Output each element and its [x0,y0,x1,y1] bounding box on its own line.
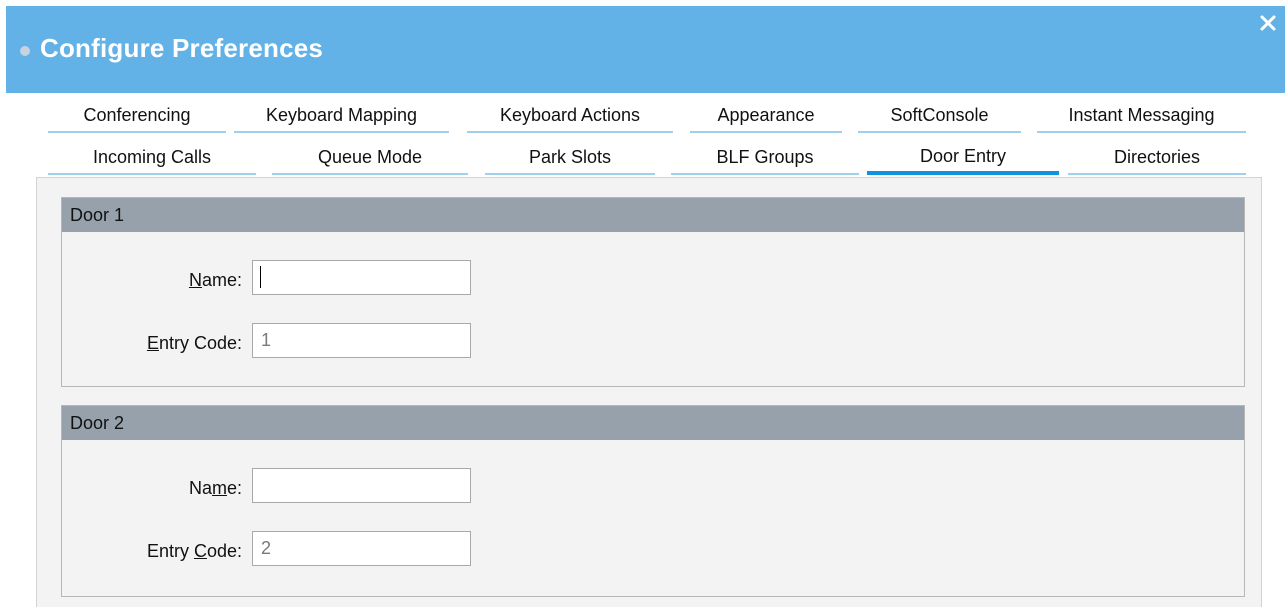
door-2-name-label: Name: [188,478,242,498]
tab-door-entry[interactable]: Door Entry [867,141,1059,175]
tab-queue-mode[interactable]: Queue Mode [272,141,468,175]
tab-keyboard-actions[interactable]: Keyboard Actions [467,99,673,133]
tab-conferencing[interactable]: Conferencing [48,99,226,133]
door-2-entry-code-label: Entry Code: [146,541,242,561]
door-2-group: Door 2 Name: Entry Code: [61,405,1245,597]
door-1-name-label: Name: [188,270,242,290]
tab-incoming-calls[interactable]: Incoming Calls [48,141,256,175]
tab-instant-messaging[interactable]: Instant Messaging [1037,99,1246,133]
tab-appearance[interactable]: Appearance [690,99,842,133]
tab-softconsole[interactable]: SoftConsole [858,99,1021,133]
tab-directories[interactable]: Directories [1068,141,1246,175]
title-bullet-icon [20,46,30,56]
door-2-header: Door 2 [62,406,1244,440]
door-1-entry-code-input[interactable] [252,323,471,358]
door-1-name-input[interactable] [252,260,471,295]
close-icon[interactable] [1259,14,1277,32]
tab-blf-groups[interactable]: BLF Groups [671,141,859,175]
configure-preferences-dialog: Configure Preferences Conferencing Keybo… [6,6,1285,607]
door-2-name-input[interactable] [252,468,471,503]
dialog-title: Configure Preferences [40,33,324,63]
tab-keyboard-mapping[interactable]: Keyboard Mapping [234,99,449,133]
door-entry-panel: Door 1 Name: Entry Code: Door 2 Name: En… [36,177,1262,607]
text-cursor [260,266,261,288]
door-1-entry-code-label: Entry Code: [146,333,242,353]
title-bar: Configure Preferences [6,6,1285,93]
door-1-group: Door 1 Name: Entry Code: [61,197,1245,387]
door-1-header: Door 1 [62,198,1244,232]
tab-park-slots[interactable]: Park Slots [485,141,655,175]
door-2-entry-code-input[interactable] [252,531,471,566]
